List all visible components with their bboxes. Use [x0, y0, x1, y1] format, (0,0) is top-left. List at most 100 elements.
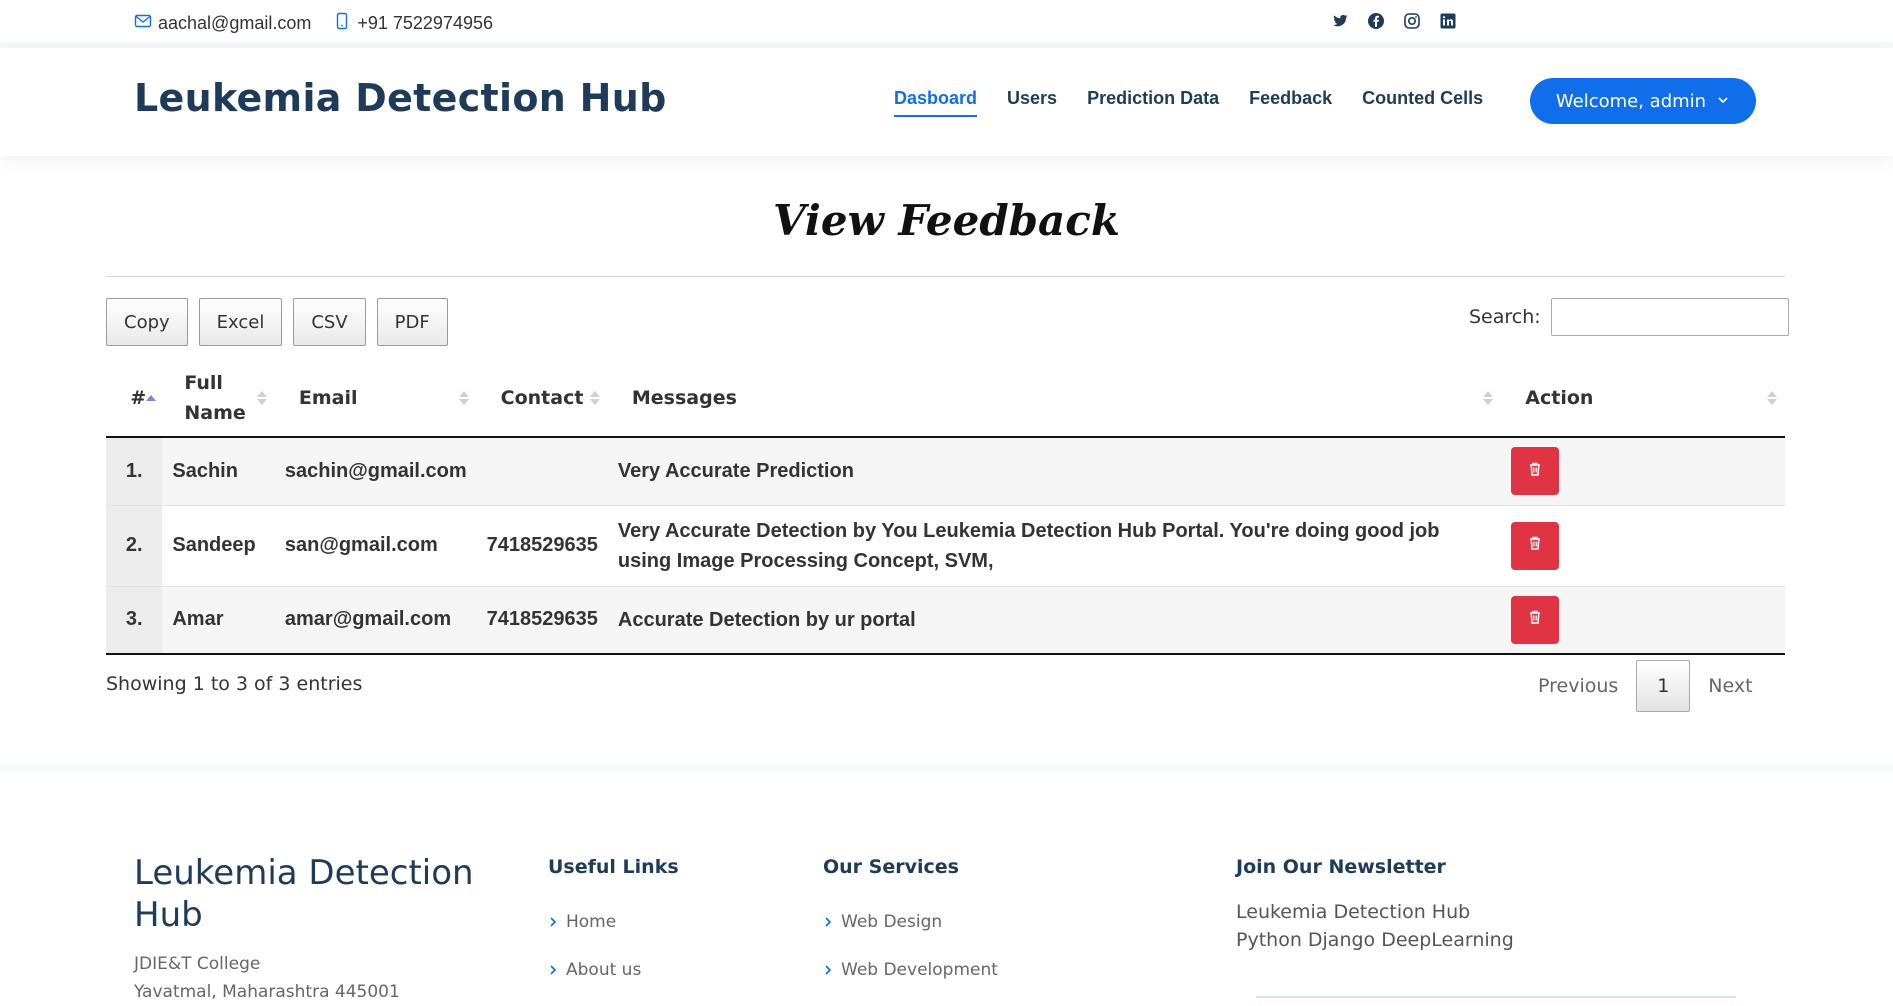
- footer-brand: Leukemia Detection Hub: [134, 853, 474, 935]
- instagram-icon[interactable]: [1403, 12, 1421, 30]
- table-row: 3. Amar amar@gmail.com 7418529635 Accura…: [106, 586, 1785, 655]
- delete-button[interactable]: [1511, 447, 1560, 496]
- newsletter-title: Join Our Newsletter: [1236, 856, 1446, 878]
- row-email: sachin@gmail.com: [274, 437, 477, 506]
- social-links: [1331, 12, 1457, 30]
- nav-counted-cells[interactable]: Counted Cells: [1362, 88, 1483, 117]
- row-contact: 7418529635: [476, 586, 608, 655]
- delete-button[interactable]: [1511, 521, 1560, 570]
- footer-link-about[interactable]: About us: [548, 946, 679, 994]
- site-footer: Leukemia Detection Hub JDIE&T College Ya…: [0, 764, 1893, 1002]
- chevron-right-icon: [548, 912, 558, 932]
- table-info: Showing 1 to 3 of 3 entries: [106, 673, 363, 695]
- table-row: 2. Sandeep san@gmail.com 7418529635 Very…: [106, 505, 1785, 587]
- contact-info: aachal@gmail.com +91 7522974956: [134, 12, 493, 35]
- sort-icon: [589, 391, 600, 405]
- newsletter-text: Leukemia Detection Hub Python Django Dee…: [1236, 901, 1514, 951]
- user-menu-button[interactable]: Welcome, admin: [1530, 78, 1756, 124]
- next-page-button[interactable]: Next: [1690, 660, 1770, 712]
- search-input[interactable]: [1550, 298, 1789, 336]
- email-text: aachal@gmail.com: [158, 13, 312, 33]
- row-email: san@gmail.com: [274, 505, 477, 587]
- trash-icon: [1527, 460, 1543, 483]
- newsletter-column: Join Our Newsletter Leukemia Detection H…: [1236, 856, 1514, 954]
- copy-button[interactable]: Copy: [106, 298, 188, 346]
- sort-icon: [256, 391, 267, 405]
- column-header-number[interactable]: #: [106, 360, 163, 438]
- row-full-name: Sachin: [162, 437, 275, 506]
- export-buttons: Copy Excel CSV PDF: [106, 298, 448, 346]
- sort-icon: [1767, 391, 1777, 405]
- address-line: JDIE&T College: [134, 954, 261, 974]
- services-column: Our Services Web Design Web Development: [823, 856, 998, 994]
- email-contact[interactable]: aachal@gmail.com: [134, 12, 311, 35]
- row-message: Accurate Detection by ur portal: [607, 586, 1502, 655]
- useful-links-title: Useful Links: [548, 856, 679, 878]
- row-full-name: Amar: [162, 586, 275, 655]
- table-header-row: # Full Name Email Contact Messages Actio…: [106, 360, 1785, 438]
- title-divider: [106, 276, 1785, 277]
- footer-link-web-design[interactable]: Web Design: [823, 898, 998, 946]
- nav-dashboard[interactable]: Dasboard: [894, 88, 978, 117]
- trash-icon: [1527, 608, 1543, 631]
- row-action: [1501, 586, 1785, 655]
- feedback-table: # Full Name Email Contact Messages Actio…: [106, 360, 1785, 655]
- phone-icon: [333, 12, 351, 35]
- table-search: Search:: [1469, 298, 1789, 336]
- chevron-right-icon: [823, 960, 833, 980]
- row-contact: [476, 437, 608, 506]
- phone-text: +91 7522974956: [357, 13, 493, 33]
- twitter-icon[interactable]: [1331, 12, 1349, 30]
- page-title: View Feedback: [773, 196, 1120, 245]
- row-number: 2.: [106, 505, 163, 587]
- row-number: 1.: [106, 437, 163, 506]
- main-nav: Dasboard Users Prediction Data Feedback …: [894, 88, 1483, 117]
- pdf-button[interactable]: PDF: [376, 298, 448, 346]
- footer-link-web-development[interactable]: Web Development: [823, 946, 998, 994]
- csv-button[interactable]: CSV: [293, 298, 366, 346]
- chevron-right-icon: [823, 912, 833, 932]
- delete-button[interactable]: [1511, 595, 1560, 644]
- footer-link-home[interactable]: Home: [548, 898, 679, 946]
- address-line: Yavatmal, Maharashtra 445001: [134, 982, 400, 1002]
- top-bar: aachal@gmail.com +91 7522974956: [0, 0, 1893, 48]
- row-full-name: Sandeep: [162, 505, 275, 587]
- nav-users[interactable]: Users: [1007, 88, 1057, 117]
- footer-address: JDIE&T College Yavatmal, Maharashtra 445…: [134, 950, 400, 1006]
- row-number: 3.: [106, 586, 163, 655]
- linkedin-icon[interactable]: [1439, 12, 1457, 30]
- row-message: Very Accurate Detection by You Leukemia …: [607, 505, 1502, 587]
- row-message: Very Accurate Prediction: [607, 437, 1502, 506]
- site-header: Leukemia Detection Hub Dasboard Users Pr…: [0, 48, 1893, 156]
- envelope-icon: [134, 12, 152, 35]
- column-header-contact[interactable]: Contact: [476, 360, 608, 438]
- sort-icon: [458, 391, 469, 405]
- chevron-down-icon: [1716, 91, 1730, 112]
- useful-links-column: Useful Links Home About us: [548, 856, 679, 994]
- excel-button[interactable]: Excel: [198, 298, 283, 346]
- column-header-messages[interactable]: Messages: [607, 360, 1502, 438]
- services-title: Our Services: [823, 856, 959, 878]
- trash-icon: [1527, 534, 1543, 557]
- welcome-label: Welcome, admin: [1555, 90, 1707, 112]
- row-email: amar@gmail.com: [274, 586, 477, 655]
- sort-icon: [1483, 391, 1494, 405]
- phone-contact[interactable]: +91 7522974956: [333, 12, 493, 35]
- newsletter-email-field[interactable]: [1256, 996, 1736, 1002]
- previous-page-button[interactable]: Previous: [1520, 660, 1636, 712]
- nav-feedback[interactable]: Feedback: [1249, 88, 1332, 117]
- nav-prediction-data[interactable]: Prediction Data: [1087, 88, 1219, 117]
- sort-asc-icon: [146, 395, 157, 401]
- table-row: 1. Sachin sachin@gmail.com Very Accurate…: [106, 437, 1785, 506]
- row-action: [1501, 505, 1785, 587]
- pagination: Previous 1 Next: [1520, 660, 1771, 712]
- facebook-icon[interactable]: [1367, 12, 1385, 30]
- row-action: [1501, 437, 1785, 506]
- column-header-full-name[interactable]: Full Name: [162, 360, 275, 438]
- column-header-email[interactable]: Email: [274, 360, 477, 438]
- site-logo-text[interactable]: Leukemia Detection Hub: [134, 76, 667, 120]
- search-label: Search:: [1469, 306, 1541, 328]
- page-button-current[interactable]: 1: [1636, 660, 1691, 712]
- chevron-right-icon: [548, 960, 558, 980]
- column-header-action[interactable]: Action: [1501, 360, 1785, 438]
